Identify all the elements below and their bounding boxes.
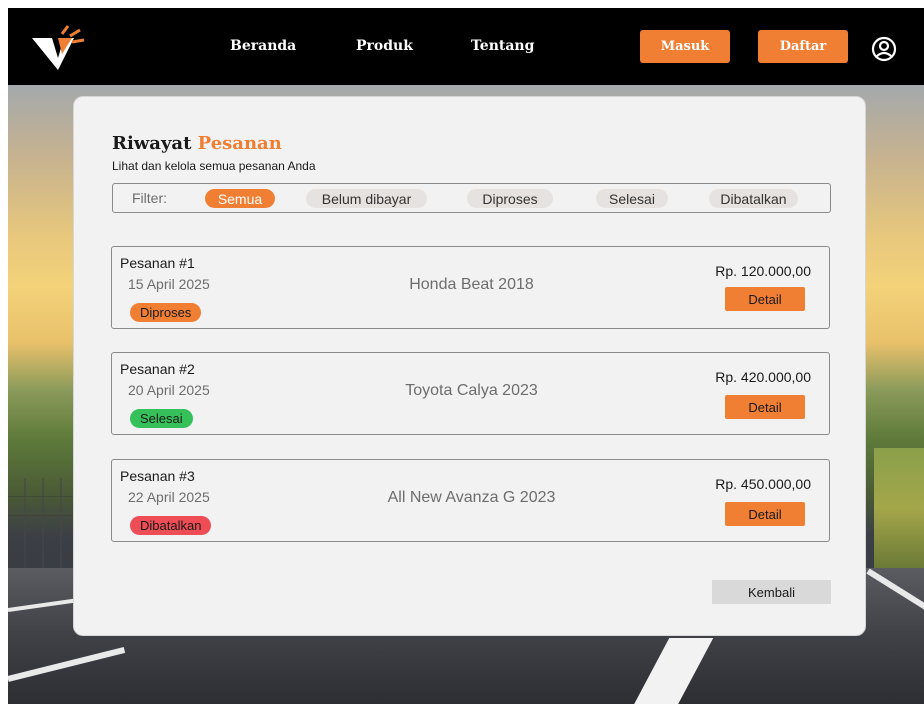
filter-chip-semua[interactable]: Semua	[205, 189, 275, 208]
filter-chip-dibatalkan[interactable]: Dibatalkan	[709, 189, 798, 208]
status-badge: Diproses	[130, 303, 202, 322]
nav-link-tentang[interactable]: Tentang	[471, 38, 534, 54]
status-badge: Selesai	[130, 409, 193, 428]
filter-chip-selesai[interactable]: Selesai	[596, 189, 668, 208]
page-title-main: Riwayat	[112, 133, 198, 154]
order-price: Rp. 420.000,00	[715, 369, 811, 385]
roadside-fence	[8, 478, 78, 568]
filter-label: Filter:	[132, 190, 167, 206]
user-profile-icon[interactable]	[871, 36, 897, 62]
navbar: Beranda Produk Tentang Masuk Daftar	[8, 8, 924, 85]
nav-link-produk[interactable]: Produk	[356, 38, 413, 54]
detail-button[interactable]: Detail	[725, 287, 805, 311]
nav-link-beranda[interactable]: Beranda	[230, 38, 296, 54]
back-button[interactable]: Kembali	[712, 580, 831, 604]
cut-off-caption	[0, 0, 924, 8]
filter-chip-diproses[interactable]: Diproses	[467, 189, 553, 208]
filter-chip-belum-dibayar[interactable]: Belum dibayar	[306, 189, 427, 208]
grass-field	[874, 448, 924, 568]
order-card: Pesanan #3 22 April 2025 Dibatalkan All …	[111, 459, 830, 542]
order-card: Pesanan #1 15 April 2025 Diproses Honda …	[111, 246, 830, 329]
page-subtitle: Lihat dan kelola semua pesanan Anda	[112, 159, 316, 173]
order-history-card: Riwayat Pesanan Lihat dan kelola semua p…	[73, 96, 866, 636]
order-price: Rp. 120.000,00	[715, 263, 811, 279]
register-button[interactable]: Daftar	[758, 30, 848, 63]
order-card: Pesanan #2 20 April 2025 Selesai Toyota …	[111, 352, 830, 435]
logo[interactable]	[28, 24, 92, 76]
detail-button[interactable]: Detail	[725, 395, 805, 419]
order-id: Pesanan #3	[120, 468, 195, 484]
status-badge: Dibatalkan	[130, 516, 212, 535]
detail-button[interactable]: Detail	[725, 502, 805, 526]
order-price: Rp. 450.000,00	[715, 476, 811, 492]
order-id: Pesanan #2	[120, 361, 195, 377]
page-title: Riwayat Pesanan	[112, 133, 282, 154]
order-id: Pesanan #1	[120, 255, 195, 271]
filter-bar: Filter: Semua Belum dibayar Diproses Sel…	[112, 183, 831, 213]
login-button[interactable]: Masuk	[640, 30, 730, 63]
page-title-accent: Pesanan	[197, 133, 282, 154]
